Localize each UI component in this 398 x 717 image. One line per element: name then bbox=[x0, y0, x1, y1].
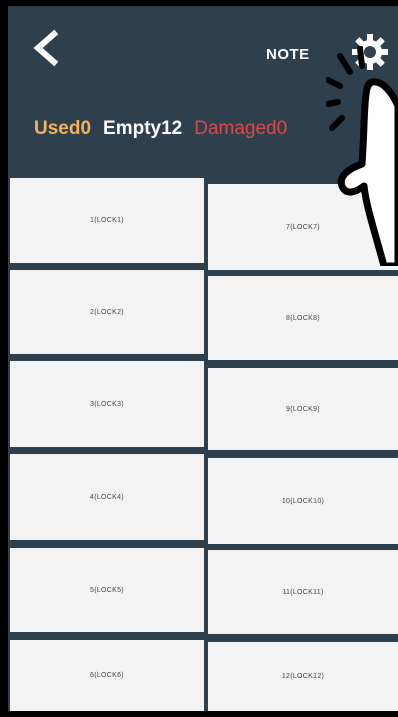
header: NOTE Used0 Empty12 Damaged0 bbox=[8, 6, 398, 176]
lock-cell[interactable]: 9(LOCK9) bbox=[208, 368, 398, 450]
lock-cell[interactable]: 5(LOCK5) bbox=[10, 548, 204, 632]
settings-button[interactable] bbox=[350, 32, 390, 72]
damaged-count: Damaged0 bbox=[194, 118, 288, 139]
used-count: Used0 bbox=[34, 118, 92, 139]
lock-cell[interactable]: 6(LOCK6) bbox=[10, 640, 204, 711]
app-frame: NOTE Used0 Empty12 Damaged0 1(LOCK1) 2(L… bbox=[8, 6, 398, 711]
lock-cell[interactable]: 3(LOCK3) bbox=[10, 361, 204, 447]
lock-cell[interactable]: 10(LOCK10) bbox=[208, 458, 398, 544]
empty-count: Empty12 bbox=[103, 118, 183, 139]
lock-cell[interactable]: 8(LOCK8) bbox=[208, 276, 398, 360]
chevron-left-icon bbox=[33, 29, 59, 67]
lock-grid: 1(LOCK1) 2(LOCK2) 3(LOCK3) 4(LOCK4) 5(LO… bbox=[8, 178, 398, 711]
note-button[interactable]: NOTE bbox=[266, 46, 310, 63]
lock-cell[interactable]: 1(LOCK1) bbox=[10, 178, 204, 263]
lock-status-summary: Used0 Empty12 Damaged0 bbox=[34, 118, 287, 140]
back-button[interactable] bbox=[26, 28, 70, 72]
lock-cell[interactable]: 4(LOCK4) bbox=[10, 454, 204, 540]
lock-cell[interactable]: 12(LOCK12) bbox=[208, 642, 398, 711]
lock-cell[interactable]: 7(LOCK7) bbox=[208, 184, 398, 270]
gear-icon bbox=[352, 34, 388, 70]
lock-cell[interactable]: 2(LOCK2) bbox=[10, 270, 204, 354]
lock-cell[interactable]: 11(LOCK11) bbox=[208, 550, 398, 634]
